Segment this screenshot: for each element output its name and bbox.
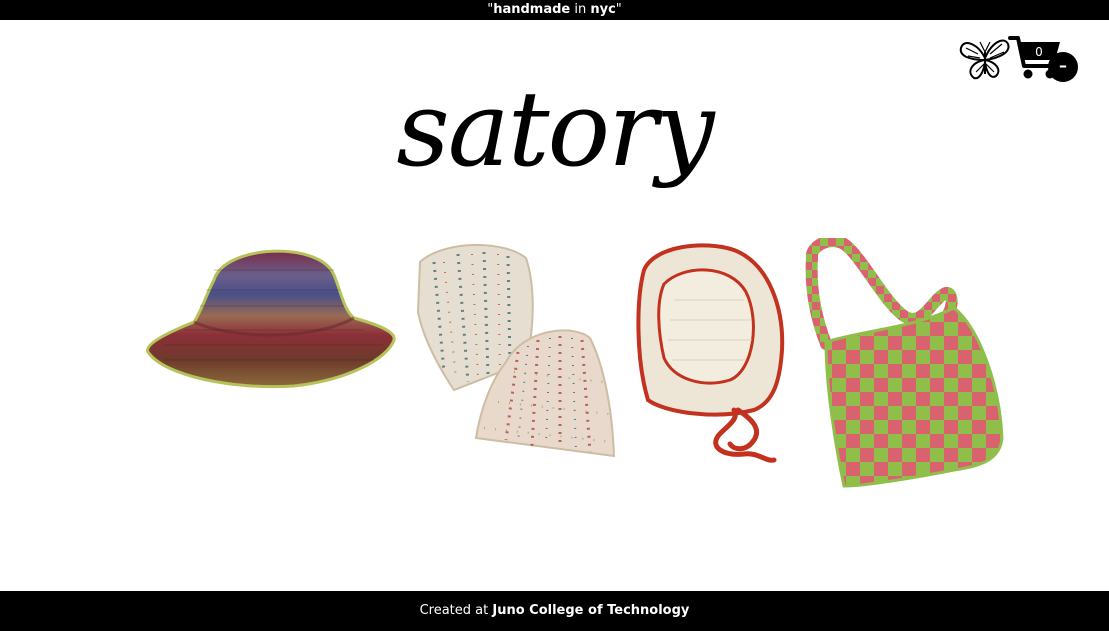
footer-prefix: Created at <box>419 603 493 618</box>
footer-link-juno[interactable]: Juno College of Technology <box>492 603 689 618</box>
announcement-banner: "handmade in nyc" <box>0 0 1109 20</box>
product-bonnet[interactable] <box>634 240 788 464</box>
footer: Created at Juno College of Technology <box>0 591 1109 631</box>
banner-handmade: handmade <box>493 2 571 17</box>
checkered-bag-image <box>805 238 1004 488</box>
product-gallery <box>0 230 1109 510</box>
banner-quote-close: " <box>615 2 622 17</box>
product-bucket-hat[interactable] <box>144 240 398 392</box>
banner-nyc: nyc <box>590 2 616 17</box>
bucket-hat-image <box>146 249 396 389</box>
product-checkered-bag[interactable] <box>804 238 1008 490</box>
brand-logo[interactable]: satory <box>0 64 1109 194</box>
product-beanies[interactable] <box>414 242 618 460</box>
bonnet-image <box>636 243 785 463</box>
beanies-image <box>416 243 616 458</box>
cart-count: 0 <box>1035 45 1043 59</box>
banner-in: in <box>570 2 591 17</box>
